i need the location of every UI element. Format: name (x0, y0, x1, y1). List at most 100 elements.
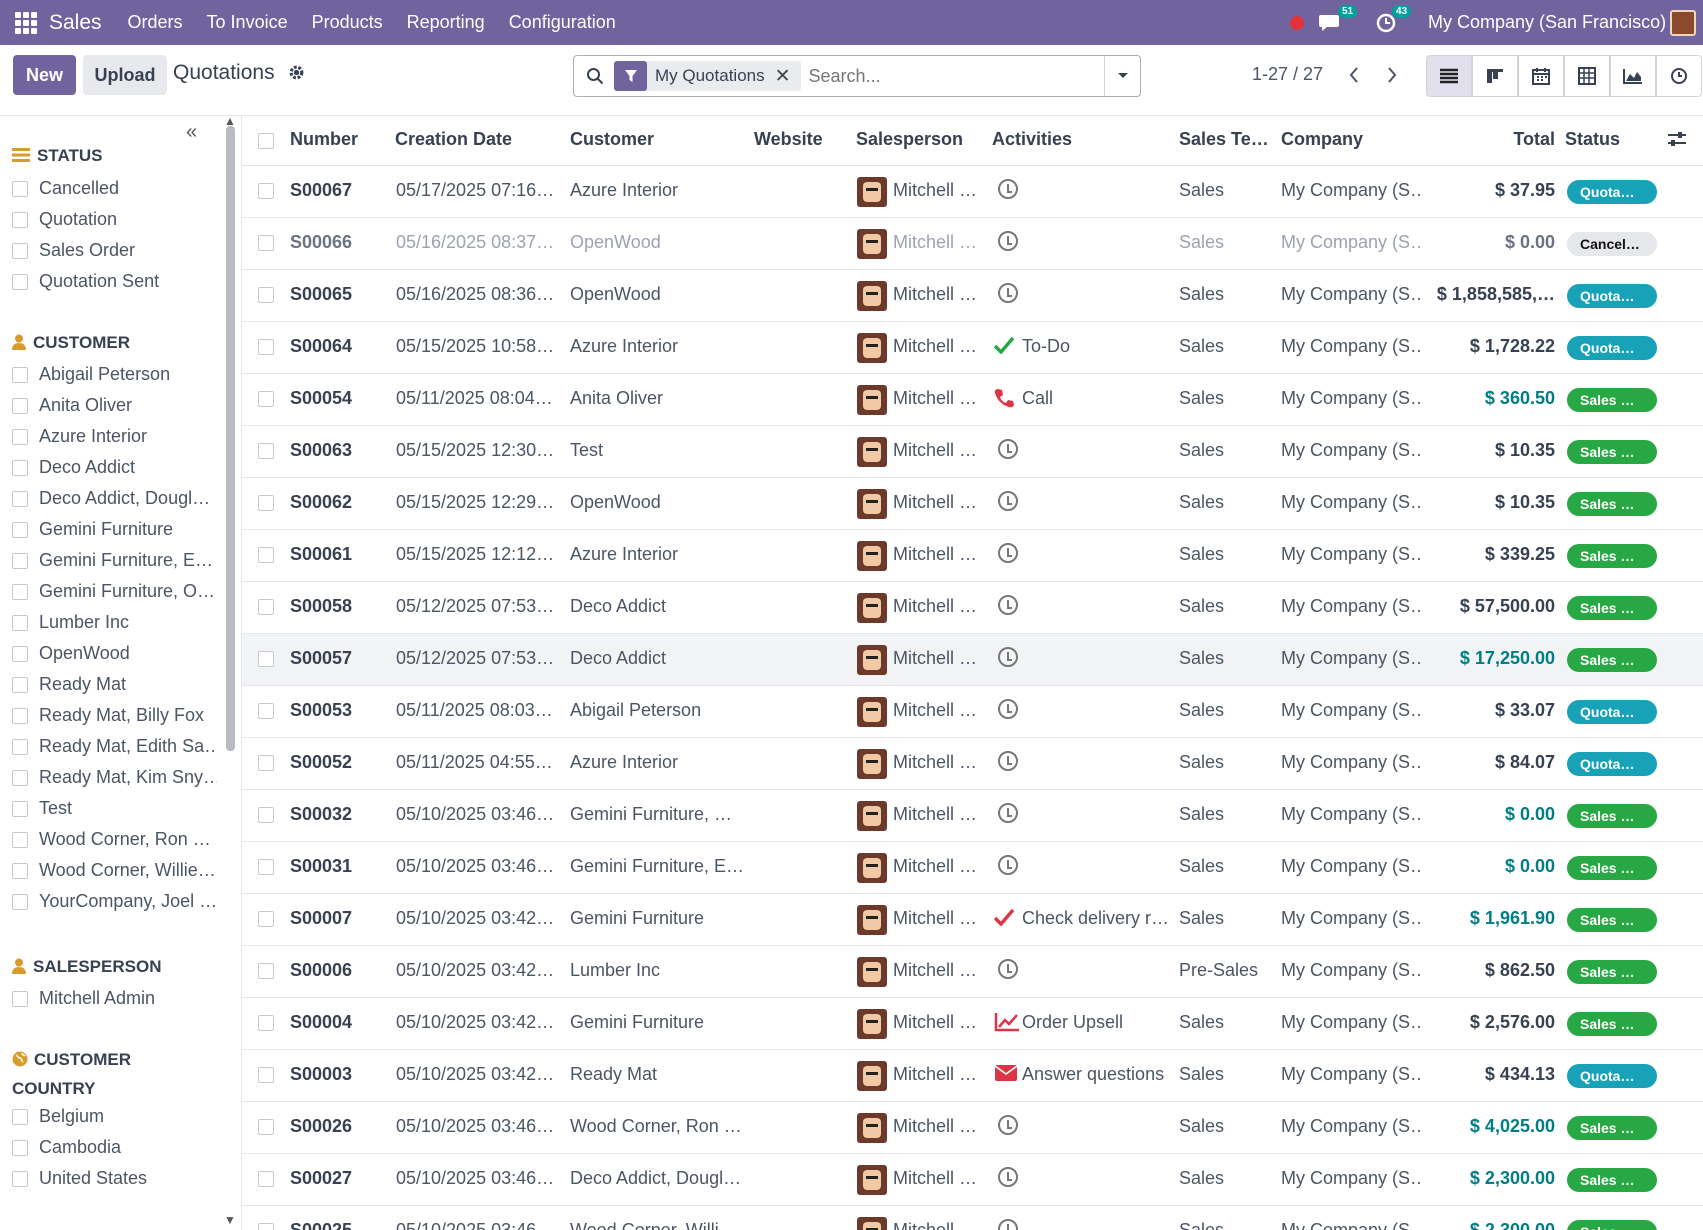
row-checkbox[interactable] (258, 807, 274, 823)
phone-icon[interactable] (994, 388, 1014, 408)
filter-option[interactable]: Deco Addict, Dougl… (12, 488, 217, 509)
filter-option[interactable]: Cancelled (12, 178, 217, 199)
menu-orders[interactable]: Orders (128, 12, 183, 33)
gear-icon[interactable] (288, 64, 305, 86)
filter-option[interactable]: Gemini Furniture, O… (12, 581, 217, 602)
table-row[interactable]: S00058 05/12/2025 07:53… Deco Addict Mitche… (242, 582, 1703, 634)
row-checkbox[interactable] (258, 859, 274, 875)
filter-option[interactable]: Wood Corner, Ron … (12, 829, 217, 850)
check-icon[interactable] (994, 336, 1014, 354)
pager-value[interactable]: 1-27 / 27 (1252, 64, 1323, 85)
row-checkbox[interactable] (258, 651, 274, 667)
panel-scroll-up-icon[interactable]: ▲ (224, 116, 236, 128)
clock-icon[interactable] (998, 959, 1018, 979)
filter-checkbox[interactable] (12, 521, 28, 538)
filter-option[interactable]: Deco Addict (12, 457, 217, 478)
filter-checkbox[interactable] (12, 428, 28, 445)
col-total[interactable]: Total (1442, 129, 1555, 150)
row-checkbox[interactable] (258, 287, 274, 303)
filter-option[interactable]: Cambodia (12, 1137, 217, 1158)
col-sales-team[interactable]: Sales Te… (1179, 129, 1269, 150)
filter-option[interactable]: United States (12, 1168, 217, 1189)
row-checkbox[interactable] (258, 235, 274, 251)
table-row[interactable]: S00057 05/12/2025 07:53… Deco Addict Mitche… (242, 634, 1703, 686)
activity-view-icon[interactable] (1656, 55, 1702, 97)
upload-button[interactable]: Upload (83, 55, 167, 95)
search-icon[interactable] (586, 67, 604, 85)
filter-checkbox[interactable] (12, 1170, 28, 1187)
filter-option[interactable]: Ready Mat, Kim Sny… (12, 767, 217, 788)
filter-checkbox[interactable] (12, 893, 28, 910)
filter-checkbox[interactable] (12, 990, 28, 1007)
row-checkbox[interactable] (258, 495, 274, 511)
activity-summary[interactable]: Check delivery r… (1022, 908, 1170, 929)
filter-checkbox[interactable] (12, 1139, 28, 1156)
row-checkbox[interactable] (258, 599, 274, 615)
clock-icon[interactable] (998, 1167, 1018, 1187)
table-row[interactable]: S00052 05/11/2025 04:55… Azure Interior Mit… (242, 738, 1703, 790)
clock-icon[interactable] (998, 179, 1018, 199)
row-checkbox[interactable] (258, 1015, 274, 1031)
facet-remove-icon[interactable]: ✕ (773, 65, 801, 88)
filter-checkbox[interactable] (12, 552, 28, 569)
filter-option[interactable]: Ready Mat (12, 674, 217, 695)
filter-checkbox[interactable] (12, 676, 28, 693)
row-checkbox[interactable] (258, 391, 274, 407)
table-row[interactable]: S00004 05/10/2025 03:42… Gemini Furniture M… (242, 998, 1703, 1050)
filter-checkbox[interactable] (12, 800, 28, 817)
filter-checkbox[interactable] (12, 490, 28, 507)
table-row[interactable]: S00054 05/11/2025 08:04… Anita Oliver Mitch… (242, 374, 1703, 426)
pivot-view-icon[interactable] (1564, 55, 1610, 97)
table-row[interactable]: S00026 05/10/2025 03:46… Wood Corner, Ron … (242, 1102, 1703, 1154)
clock-icon[interactable] (998, 283, 1018, 303)
activity-summary[interactable]: Call (1022, 388, 1170, 409)
select-all-checkbox[interactable] (258, 133, 274, 149)
col-salesperson[interactable]: Salesperson (856, 129, 963, 150)
clock-icon[interactable] (998, 1219, 1018, 1230)
filter-checkbox[interactable] (12, 831, 28, 848)
filter-checkbox[interactable] (12, 273, 28, 290)
filter-checkbox[interactable] (12, 459, 28, 476)
filter-checkbox[interactable] (12, 645, 28, 662)
row-checkbox[interactable] (258, 443, 274, 459)
clock-icon[interactable] (998, 595, 1018, 615)
line-chart-icon[interactable] (994, 1012, 1020, 1032)
filter-option[interactable]: Ready Mat, Edith Sa… (12, 736, 217, 757)
clock-icon[interactable] (998, 491, 1018, 511)
list-view-icon[interactable] (1426, 55, 1472, 97)
filter-option[interactable]: Belgium (12, 1106, 217, 1127)
row-checkbox[interactable] (258, 1171, 274, 1187)
filter-option[interactable]: Ready Mat, Billy Fox (12, 705, 217, 726)
table-row[interactable]: S00003 05/10/2025 03:42… Ready Mat Mitchell… (242, 1050, 1703, 1102)
table-row[interactable]: S00062 05/15/2025 12:29… OpenWood Mitchell … (242, 478, 1703, 530)
table-row[interactable]: S00007 05/10/2025 03:42… Gemini Furniture M… (242, 894, 1703, 946)
table-row[interactable]: S00053 05/11/2025 08:03… Abigail Peterson M… (242, 686, 1703, 738)
col-creation-date[interactable]: Creation Date (395, 129, 512, 150)
filter-option[interactable]: Abigail Peterson (12, 364, 217, 385)
activity-summary[interactable]: Answer questions (1022, 1064, 1170, 1085)
pager-next-icon[interactable] (1378, 58, 1406, 92)
collapse-panel-icon[interactable]: « (186, 121, 197, 144)
filter-option[interactable]: OpenWood (12, 643, 217, 664)
user-avatar[interactable] (1670, 0, 1696, 45)
activity-summary[interactable]: Order Upsell (1022, 1012, 1170, 1033)
envelope-icon[interactable] (994, 1064, 1018, 1082)
clock-icon[interactable] (998, 647, 1018, 667)
filter-option[interactable]: Wood Corner, Willie… (12, 860, 217, 881)
col-status[interactable]: Status (1565, 129, 1620, 150)
filter-option[interactable]: Azure Interior (12, 426, 217, 447)
filter-checkbox[interactable] (12, 211, 28, 228)
search-input[interactable] (808, 65, 1079, 87)
table-row[interactable]: S00025 05/10/2025 03:46… Wood Corner, Will… (242, 1206, 1703, 1230)
calendar-view-icon[interactable] (1518, 55, 1564, 97)
optional-columns-icon[interactable] (1667, 130, 1687, 153)
row-checkbox[interactable] (258, 703, 274, 719)
filter-checkbox[interactable] (12, 180, 28, 197)
table-row[interactable]: S00065 05/16/2025 08:36… OpenWood Mitchell … (242, 270, 1703, 322)
clock-icon[interactable] (998, 803, 1018, 823)
filter-option[interactable]: Anita Oliver (12, 395, 217, 416)
filter-checkbox[interactable] (12, 242, 28, 259)
col-activities[interactable]: Activities (992, 129, 1072, 150)
filter-checkbox[interactable] (12, 738, 28, 755)
table-row[interactable]: S00063 05/15/2025 12:30… Test Mitchell … Sal… (242, 426, 1703, 478)
